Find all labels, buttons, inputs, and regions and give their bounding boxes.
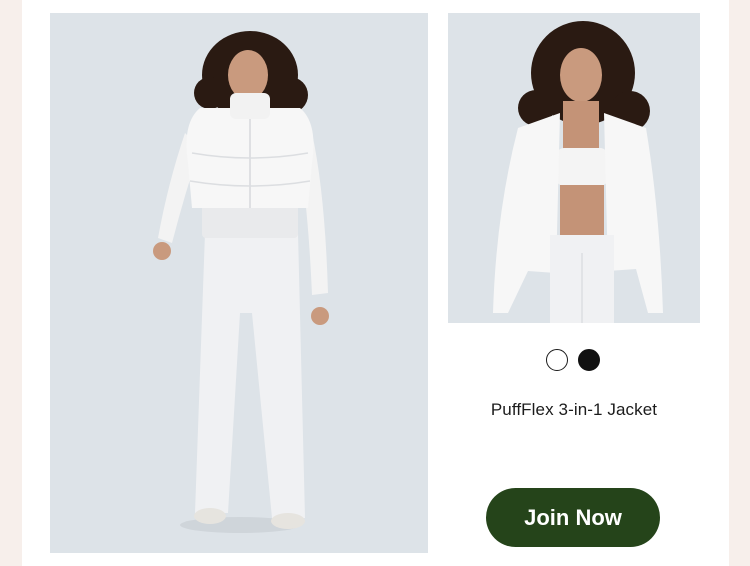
product-card: PuffFlex 3-in-1 Jacket Join Now: [22, 0, 729, 566]
color-swatches: [546, 349, 606, 375]
swatch-white[interactable]: [546, 349, 568, 371]
join-now-button[interactable]: Join Now: [486, 488, 660, 547]
product-photo-upper-body[interactable]: [448, 13, 700, 323]
model-illustration-full: [50, 13, 428, 553]
model-illustration-upper: [448, 13, 700, 323]
swatch-black[interactable]: [578, 349, 600, 371]
product-title: PuffFlex 3-in-1 Jacket: [490, 400, 658, 419]
product-photo-full-length[interactable]: [50, 13, 428, 553]
